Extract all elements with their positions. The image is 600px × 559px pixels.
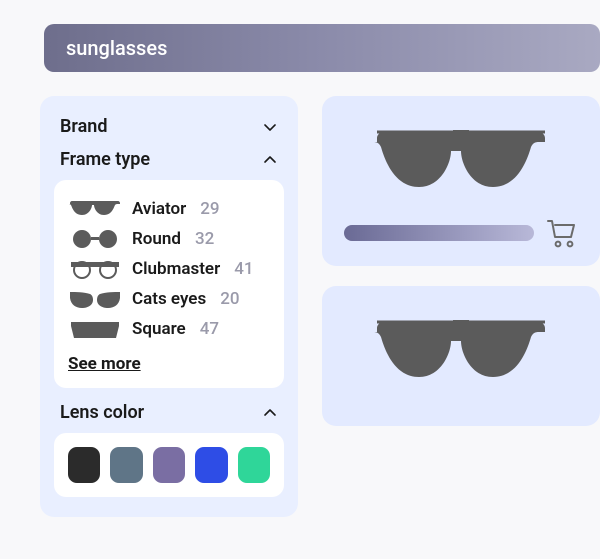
frame-option-clubmaster[interactable]: Clubmaster 41 (68, 254, 270, 284)
color-swatch[interactable] (153, 447, 185, 483)
filter-sidebar: Brand Frame type Aviator 29 (40, 96, 298, 517)
frame-option-label: Clubmaster (132, 259, 220, 279)
frame-option-count: 47 (200, 319, 219, 339)
clubmaster-icon (68, 258, 122, 280)
product-card[interactable] (322, 96, 600, 266)
color-swatch[interactable] (238, 447, 270, 483)
product-list (322, 96, 600, 517)
product-card[interactable] (322, 286, 600, 426)
price-bar (344, 225, 534, 241)
frame-option-count: 29 (200, 199, 219, 219)
frame-type-panel: Aviator 29 Round 32 Clubmaster 41 (54, 180, 284, 388)
frame-option-label: Aviator (132, 199, 186, 219)
see-more-link[interactable]: See more (68, 354, 270, 374)
frame-option-count: 32 (195, 229, 214, 249)
filter-frame-type-label: Frame type (60, 149, 150, 170)
round-icon (68, 228, 122, 250)
frame-option-round[interactable]: Round 32 (68, 224, 270, 254)
chevron-up-icon (262, 405, 278, 421)
product-image (344, 314, 578, 386)
frame-option-aviator[interactable]: Aviator 29 (68, 194, 270, 224)
cats-eyes-icon (68, 288, 122, 310)
frame-option-square[interactable]: Square 47 (68, 314, 270, 344)
frame-option-count: 41 (234, 259, 253, 279)
frame-option-count: 20 (220, 289, 239, 309)
frame-option-label: Round (132, 229, 181, 249)
filter-frame-type-header[interactable]: Frame type (54, 143, 284, 176)
filter-lens-color-header[interactable]: Lens color (54, 396, 284, 429)
color-swatch[interactable] (110, 447, 142, 483)
frame-option-label: Square (132, 319, 186, 339)
color-swatch[interactable] (68, 447, 100, 483)
color-swatch[interactable] (195, 447, 227, 483)
filter-lens-color-label: Lens color (60, 402, 144, 423)
frame-option-label: Cats eyes (132, 289, 206, 309)
product-image (344, 124, 578, 196)
chevron-down-icon (262, 119, 278, 135)
search-bar[interactable]: sunglasses (44, 24, 600, 72)
filter-brand-header[interactable]: Brand (54, 110, 284, 143)
search-query: sunglasses (66, 36, 167, 60)
chevron-up-icon (262, 152, 278, 168)
frame-option-cats-eyes[interactable]: Cats eyes 20 (68, 284, 270, 314)
filter-brand-label: Brand (60, 116, 107, 137)
square-icon (68, 318, 122, 340)
cart-icon[interactable] (546, 218, 578, 248)
lens-color-panel (54, 433, 284, 497)
aviator-icon (68, 198, 122, 220)
